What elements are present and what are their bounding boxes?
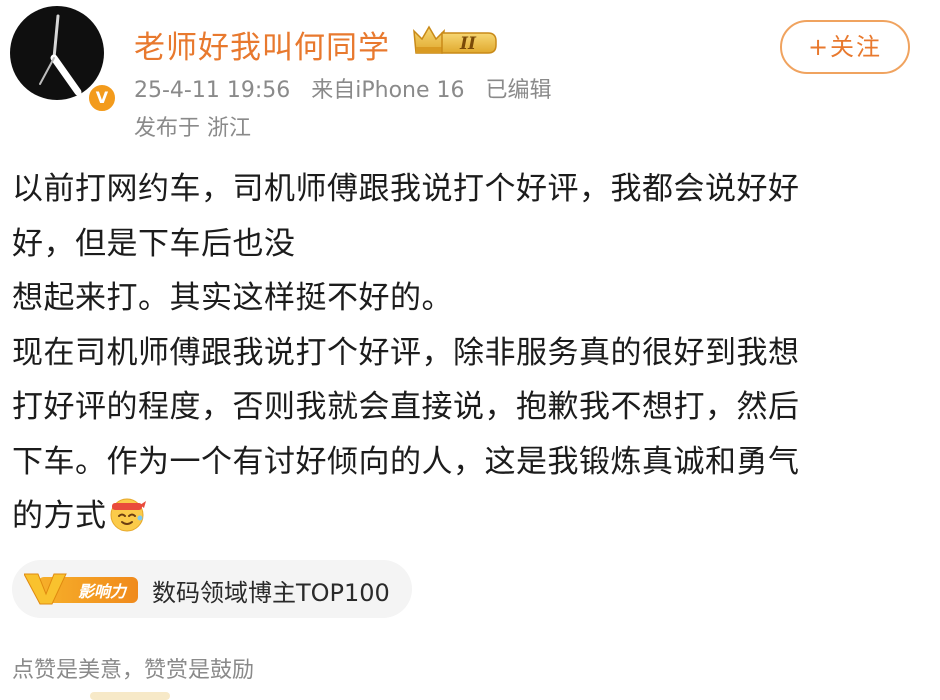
post-meta: 25-4-11 19:56 来自iPhone 16 已编辑 (134, 72, 566, 104)
post-line: 打好评的程度，否则我就会直接说，抱歉我不想打，然后 (12, 389, 800, 425)
level-text: II (459, 34, 477, 54)
effort-emoji-icon (110, 498, 146, 532)
post-location: 发布于 浙江 (134, 116, 251, 141)
post-line: 想起来打。其实这样挺不好的。 (12, 280, 453, 316)
post-line: 下车。作为一个有讨好倾向的人，这是我锻炼真诚和勇气 (12, 443, 800, 480)
influence-tag-icon: 影响力 (24, 573, 138, 605)
influence-badge[interactable]: 影响力 数码领域博主TOP100 (12, 560, 412, 618)
influence-text: 数码领域博主TOP100 (152, 579, 390, 607)
post-line: 以前打网约车，司机师傅跟我说打个好评，我都会说好好 (12, 171, 800, 207)
reward-hint: 点赞是美意，赞赏是鼓励 (12, 658, 255, 683)
username[interactable]: 老师好我叫何同学 (134, 22, 390, 67)
post-line: 的方式 (12, 498, 107, 534)
crown-level-badge-icon: II (413, 25, 497, 54)
post-source: 来自iPhone 16 (311, 78, 465, 103)
post-last-line: 的方式 (12, 489, 922, 544)
post-line: 好，但是下车后也没 (12, 225, 296, 262)
reward-button-partial[interactable] (90, 692, 170, 700)
influence-tag-label: 影响力 (78, 582, 128, 601)
post-date: 25-4-11 19:56 (134, 78, 291, 103)
edited-label[interactable]: 已编辑 (486, 78, 552, 103)
post-content: 以前打网约车，司机师傅跟我说打个好评，我都会说好好 好，但是下车后也没 想起来打… (12, 162, 922, 544)
verified-badge-icon: V (86, 82, 118, 114)
post-line: 现在司机师傅跟我说打个好评，除非服务真的很好到我想 (12, 334, 800, 371)
weibo-post: V 老师好我叫何同学 II 25-4-11 19:56 来自iPhone 16 … (0, 0, 940, 700)
follow-button[interactable]: +关注 (780, 20, 910, 74)
avatar[interactable]: V (10, 6, 118, 114)
